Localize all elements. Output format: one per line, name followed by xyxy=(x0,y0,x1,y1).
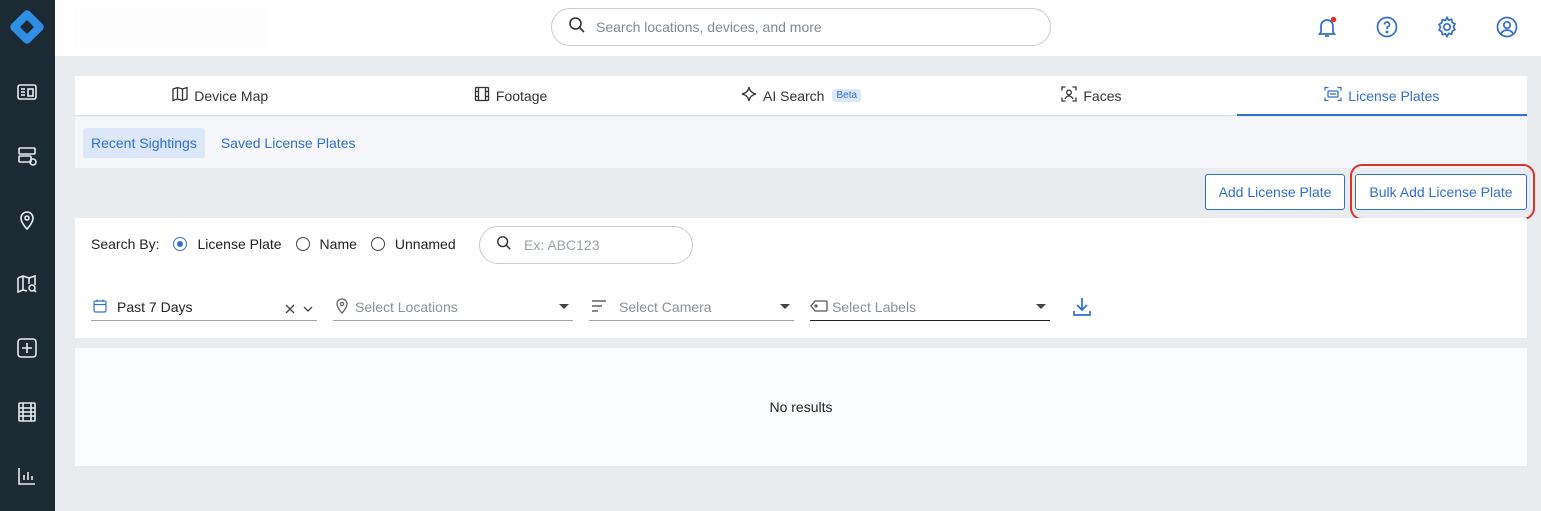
camera-placeholder: Select Camera xyxy=(619,299,712,315)
global-search-input[interactable] xyxy=(596,19,1016,35)
radio-label: Unnamed xyxy=(394,236,456,252)
radio-label: Name xyxy=(319,236,357,252)
tab-faces[interactable]: Faces xyxy=(946,76,1236,115)
ai-analytics-icon[interactable] xyxy=(15,336,39,360)
no-results-text: No results xyxy=(769,399,833,415)
subtab-saved-license-plates[interactable]: Saved License Plates xyxy=(213,128,364,158)
radio-label: License Plate xyxy=(197,236,282,252)
add-license-plate-button[interactable]: Add License Plate xyxy=(1205,174,1345,210)
map-search-icon[interactable] xyxy=(15,272,39,296)
tag-icon xyxy=(810,299,828,315)
caret-down-icon xyxy=(559,304,569,309)
location-pin-icon[interactable] xyxy=(15,208,39,232)
labels-placeholder: Select Labels xyxy=(832,299,917,315)
devices-icon[interactable] xyxy=(15,144,39,168)
radio-button-selected[interactable] xyxy=(173,237,188,251)
tab-label: AI Search xyxy=(762,87,825,104)
caret-down-icon xyxy=(1036,304,1046,309)
search-icon xyxy=(496,235,512,256)
chevron-down-icon[interactable] xyxy=(303,301,313,317)
camera-select[interactable]: Select Camera xyxy=(589,294,794,321)
radio-button[interactable] xyxy=(295,237,310,251)
bulk-add-license-plate-button[interactable]: Bulk Add License Plate xyxy=(1355,174,1527,210)
sparkle-icon xyxy=(741,86,757,105)
plate-search-box[interactable] xyxy=(479,226,693,264)
footage-film-icon[interactable] xyxy=(15,400,39,424)
settings-gear-icon[interactable] xyxy=(1434,14,1460,40)
radio-unnamed[interactable]: Unnamed xyxy=(370,236,456,252)
calendar-icon xyxy=(93,299,107,316)
help-icon[interactable] xyxy=(1374,14,1400,40)
locations-placeholder: Select Locations xyxy=(355,299,458,315)
radio-button[interactable] xyxy=(370,237,385,251)
sidebar xyxy=(0,0,55,511)
tab-label: Faces xyxy=(1083,87,1122,104)
tab-footage[interactable]: Footage xyxy=(365,76,655,115)
date-range-select[interactable]: Past 7 Days xyxy=(91,294,317,321)
tab-label: License Plates xyxy=(1348,87,1440,104)
subtab-recent-sightings[interactable]: Recent Sightings xyxy=(83,127,205,158)
brand-area xyxy=(75,6,265,50)
filters-panel: Search By: License Plate Name Unnamed Pa… xyxy=(75,218,1527,338)
app-logo-icon[interactable] xyxy=(9,9,45,45)
tab-ai-search[interactable]: AI Search Beta xyxy=(656,76,946,115)
notifications-bell-icon[interactable] xyxy=(1314,14,1340,40)
film-icon xyxy=(474,86,490,105)
search-icon xyxy=(568,16,586,39)
dashboard-icon[interactable] xyxy=(15,80,39,104)
map-icon xyxy=(172,86,188,105)
search-by-group: Search By: License Plate Name Unnamed xyxy=(91,236,456,252)
clear-x-icon[interactable] xyxy=(285,301,295,317)
global-search-box[interactable] xyxy=(551,8,1051,46)
top-bar xyxy=(55,0,1541,56)
labels-select[interactable]: Select Labels xyxy=(810,294,1050,321)
license-plate-icon xyxy=(1324,86,1342,105)
caret-down-icon xyxy=(780,304,790,309)
sub-tabs: Recent Sightings Saved License Plates xyxy=(75,117,1527,168)
plate-search-input[interactable] xyxy=(524,237,674,253)
filter-lines-icon xyxy=(591,299,607,316)
location-pin-icon xyxy=(335,297,349,317)
face-scan-icon xyxy=(1061,86,1078,105)
beta-badge: Beta xyxy=(832,89,862,102)
date-range-value: Past 7 Days xyxy=(117,299,193,315)
locations-select[interactable]: Select Locations xyxy=(333,294,573,321)
search-by-label: Search By: xyxy=(91,236,160,252)
results-panel: No results xyxy=(75,348,1527,466)
reports-chart-icon[interactable] xyxy=(15,464,39,488)
user-account-icon[interactable] xyxy=(1494,14,1520,40)
download-icon[interactable] xyxy=(1071,296,1093,318)
main-tabs: Device Map Footage AI Search Beta Faces … xyxy=(75,76,1528,116)
tab-device-map[interactable]: Device Map xyxy=(75,76,365,115)
radio-license-plate[interactable]: License Plate xyxy=(173,236,282,252)
tab-license-plates[interactable]: License Plates xyxy=(1236,76,1528,116)
tab-label: Device Map xyxy=(194,87,269,104)
tab-label: Footage xyxy=(495,87,548,104)
radio-name[interactable]: Name xyxy=(295,236,357,252)
